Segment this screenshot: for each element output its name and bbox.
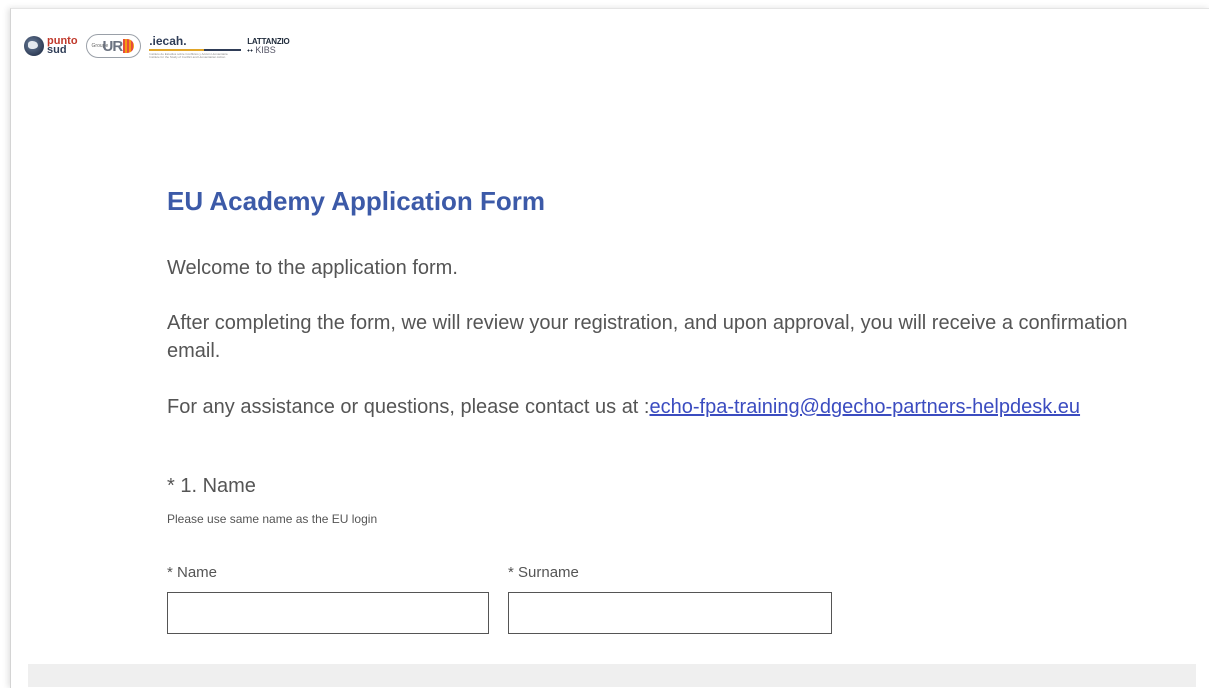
iecah-underline	[149, 48, 242, 51]
contact-prefix: For any assistance or questions, please …	[167, 396, 650, 418]
name-field-label: * Name	[167, 564, 218, 581]
urd-group-text: Groupe	[91, 42, 109, 49]
urd-logo: Groupe UR	[85, 34, 142, 58]
surname-input[interactable]	[508, 592, 832, 634]
question-1-label: * 1. Name	[167, 475, 256, 497]
urd-letters: UR	[102, 37, 124, 55]
iecah-logo: .iecah. Instituto de Estudios sobre Conf…	[149, 33, 242, 59]
contact-text: For any assistance or questions, please …	[167, 393, 1080, 421]
dots-icon	[247, 49, 254, 52]
kibs-name: KIBS	[255, 45, 276, 55]
globe-icon	[24, 36, 44, 56]
surname-field-label: * Surname	[508, 564, 579, 581]
iecah-tagline-2: Institute for the Study of Conflict and …	[149, 54, 226, 59]
iecah-name: .iecah.	[149, 33, 187, 48]
review-text: After completing the form, we will revie…	[167, 312, 1128, 362]
partner-logos: punto sud Groupe UR .iecah. Instituto de…	[24, 26, 290, 66]
question-1-help: Please use same name as the EU login	[167, 512, 378, 526]
punto-sud-line2: sud	[47, 44, 67, 56]
punto-sud-logo: punto sud	[24, 36, 78, 56]
form-title: EU Academy Application Form	[167, 186, 546, 216]
urd-d-mark-icon	[123, 39, 135, 53]
footer-band	[28, 664, 1196, 687]
name-input[interactable]	[167, 592, 489, 634]
contact-email-link[interactable]: echo-fpa-training@dgecho-partners-helpde…	[649, 396, 1080, 418]
welcome-text: Welcome to the application form.	[167, 257, 458, 279]
lattanzio-kibs-logo: LATTANZIO KIBS	[247, 37, 290, 55]
